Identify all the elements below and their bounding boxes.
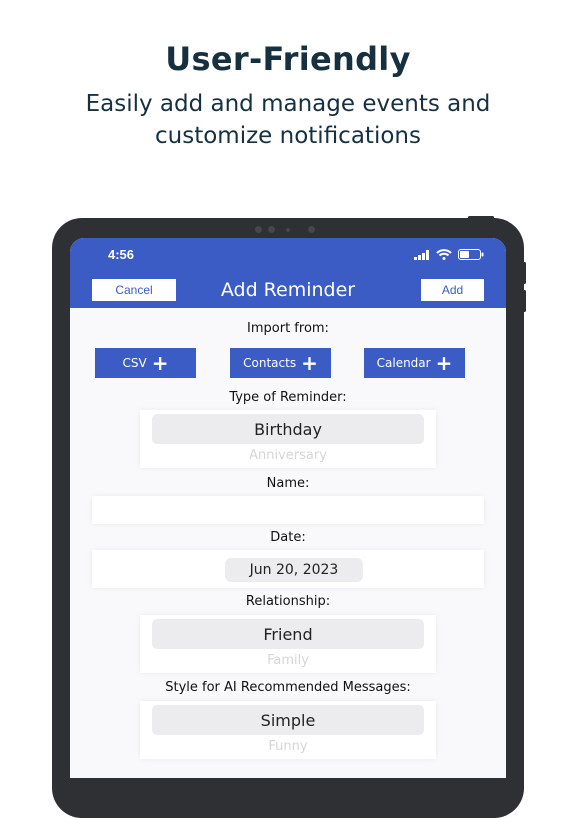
camera-dot (308, 226, 315, 233)
plus-icon: + (435, 351, 453, 375)
date-label: Date: (270, 530, 306, 545)
reminder-type-selected[interactable]: Birthday (152, 414, 424, 444)
subheadline-line-1: Easily add and manage events and (85, 91, 491, 117)
relationship-selected[interactable]: Friend (152, 619, 424, 649)
date-picker-button[interactable]: Jun 20, 2023 (225, 558, 363, 582)
marketing-headline: User-Friendly (165, 40, 411, 78)
add-button[interactable]: Add (421, 279, 484, 301)
app-screen: 4:56 Cancel Add Reminder Add Import from (70, 238, 506, 778)
message-style-selected[interactable]: Simple (152, 705, 424, 735)
plus-icon: + (151, 351, 169, 375)
camera-dot (286, 228, 290, 232)
cellular-signal-icon (414, 249, 429, 260)
reminder-type-picker[interactable]: Birthday Anniversary (140, 410, 436, 468)
marketing-subheadline: Easily add and manage events and customi… (40, 88, 536, 152)
import-calendar-label: Calendar (376, 356, 431, 370)
plus-icon: + (301, 351, 318, 375)
name-label: Name: (266, 476, 310, 491)
message-style-label: Style for AI Recommended Messages: (165, 680, 411, 695)
relationship-next-option[interactable]: Family (140, 653, 436, 668)
import-contacts-button[interactable]: Contacts + (230, 348, 331, 378)
import-csv-button[interactable]: CSV + (95, 348, 196, 378)
navigation-bar: 4:56 Cancel Add Reminder Add (70, 238, 506, 308)
camera-dot (255, 226, 262, 233)
status-time: 4:56 (108, 247, 135, 262)
import-calendar-button[interactable]: Calendar + (364, 348, 465, 378)
import-contacts-label: Contacts (243, 356, 297, 370)
battery-icon (458, 249, 484, 260)
subheadline-line-2: customize notifications (155, 123, 421, 149)
message-style-picker[interactable]: Simple Funny (140, 701, 436, 759)
message-style-next-option[interactable]: Funny (140, 739, 436, 754)
import-label: Import from: (247, 321, 329, 336)
status-icons (414, 249, 484, 260)
relationship-picker[interactable]: Friend Family (140, 615, 436, 673)
import-csv-label: CSV (122, 356, 147, 370)
reminder-type-next-option[interactable]: Anniversary (140, 448, 436, 463)
wifi-icon (436, 249, 452, 260)
name-field[interactable] (92, 496, 484, 524)
relationship-label: Relationship: (245, 594, 331, 609)
date-field: Jun 20, 2023 (92, 550, 484, 588)
type-of-reminder-label: Type of Reminder: (229, 390, 347, 405)
camera-dot (268, 226, 275, 233)
